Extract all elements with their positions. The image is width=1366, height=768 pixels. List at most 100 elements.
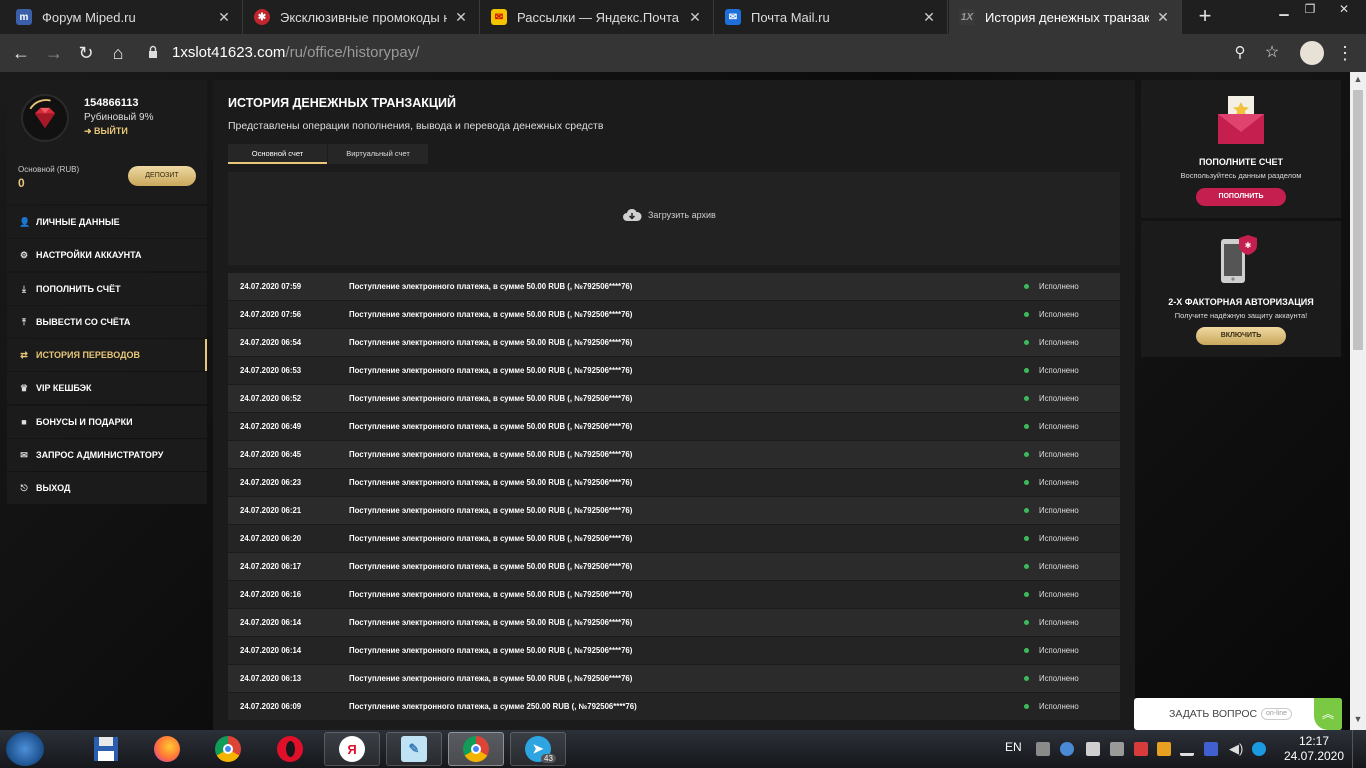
enable-two-factor-button[interactable]: ВКЛЮЧИТЬ [1196, 327, 1286, 345]
table-row: 24.07.2020 06:16 Поступление электронного… [228, 581, 1120, 608]
sidebar-item-personal-data[interactable]: 👤 ЛИЧНЫЕ ДАННЫЕ [7, 206, 207, 238]
transaction-date: 24.07.2020 07:59 [240, 282, 302, 291]
sidebar-item-vip-cashback[interactable]: ♛ VIP КЕШБЭК [7, 372, 207, 405]
table-row: 24.07.2020 06:54 Поступление электронного… [228, 329, 1120, 356]
menu-kebab-icon[interactable]: ⋮ [1334, 42, 1356, 64]
browser-tab-mailru[interactable]: ✉ Почта Mail.ru ✕ [715, 0, 948, 34]
tray-equalizer-icon[interactable] [1204, 742, 1218, 756]
bookmark-star-icon[interactable]: ☆ [1261, 42, 1283, 64]
tray-edge-icon[interactable] [1252, 742, 1266, 756]
restore-window-icon[interactable]: ❐ [1296, 0, 1324, 18]
sidebar-item-admin-request[interactable]: ✉ ЗАПРОС АДМИНИСТРАТОРУ [7, 439, 207, 472]
topup-title: ПОПОЛНИТЕ СЧЕТ [1198, 157, 1284, 167]
taskbar-notepad[interactable]: ✎ [386, 732, 442, 766]
sidebar-item-label: ЗАПРОС АДМИНИСТРАТОРУ [36, 450, 164, 461]
forward-arrow-icon[interactable]: → [43, 42, 65, 64]
windows-taskbar: Я ✎ ➤ 43 EN ◀) 12:17 24.07.2020 [0, 730, 1366, 768]
close-window-icon[interactable]: ✕ [1324, 0, 1364, 18]
sidebar-item-account-settings[interactable]: ⚙ НАСТРОЙКИ АККАУНТА [7, 239, 207, 272]
status-dot-icon [1024, 312, 1029, 317]
tray-network-globe-icon[interactable] [1060, 742, 1074, 756]
table-row: 24.07.2020 06:20 Поступление электронного… [228, 525, 1120, 552]
scroll-up-icon[interactable]: ▲ [1350, 74, 1366, 88]
ask-question-label: ЗАДАТЬ ВОПРОС [1169, 708, 1258, 720]
show-desktop-button[interactable] [1352, 730, 1366, 768]
tray-app-icon[interactable] [1157, 742, 1171, 756]
scrollbar-thumb[interactable] [1353, 90, 1363, 350]
tab-virtual-account[interactable]: Виртуальный счет [328, 144, 428, 164]
taskbar-telegram[interactable]: ➤ 43 [510, 732, 566, 766]
status-badge: Исполнено [1039, 562, 1079, 571]
yandex-mail-favicon-icon: ✉ [491, 9, 507, 25]
transaction-date: 24.07.2020 06:13 [240, 674, 302, 683]
transaction-description: Поступление электронного платежа, в сумм… [349, 338, 633, 347]
page-scrollbar[interactable]: ▲ ▼ [1350, 72, 1366, 730]
upload-icon: ⤒ [22, 316, 26, 327]
start-button[interactable] [6, 732, 44, 766]
tray-display-icon[interactable] [1110, 742, 1124, 756]
taskbar-opera[interactable] [262, 732, 318, 766]
taskbar-yandex-browser[interactable]: Я [324, 732, 380, 766]
taskbar-floppy-app[interactable] [78, 732, 134, 766]
browser-tab-miped[interactable]: m Форум Miped.ru ✕ [6, 0, 243, 34]
sidebar-item-bonuses[interactable]: ■ БОНУСЫ И ПОДАРКИ [7, 405, 207, 438]
close-tab-icon[interactable]: ✕ [687, 9, 703, 26]
deposit-button[interactable]: ДЕПОЗИТ [128, 166, 196, 186]
zoom-icon[interactable]: ⚲ [1229, 42, 1251, 64]
phone-shield-icon: ✱ [1221, 235, 1257, 283]
transaction-description: Поступление электронного платежа, в сумм… [349, 506, 633, 515]
taskbar-clock[interactable]: 12:17 24.07.2020 [1283, 734, 1345, 764]
taskbar-firefox[interactable] [139, 732, 195, 766]
tab-main-account[interactable]: Основной счет [228, 144, 327, 164]
tray-clipboard-icon[interactable] [1036, 742, 1050, 756]
envelope-icon: ✉ [20, 450, 28, 461]
transaction-description: Поступление электронного платежа, в сумм… [349, 534, 633, 543]
lock-icon[interactable] [148, 45, 158, 59]
ask-question-widget[interactable]: ЗАДАТЬ ВОПРОС on-line ︽ [1134, 698, 1342, 730]
taskbar-chrome-pinned[interactable] [200, 732, 256, 766]
close-tab-icon[interactable]: ✕ [453, 9, 469, 26]
home-icon[interactable]: ⌂ [107, 42, 129, 64]
topup-subtitle: Воспользуйтесь данным разделом [1180, 171, 1302, 180]
table-row: 24.07.2020 06:21 Поступление электронного… [228, 497, 1120, 524]
volume-icon[interactable]: ◀) [1229, 742, 1243, 756]
transactions-panel: ИСТОРИЯ ДЕНЕЖНЫХ ТРАНЗАКЦИЙ Представлены… [213, 80, 1135, 730]
reload-icon[interactable]: ↻ [75, 42, 97, 64]
scroll-down-icon[interactable]: ▼ [1350, 714, 1366, 728]
browser-tab-history[interactable]: 1X История денежных транзакций ✕ [949, 0, 1182, 34]
sidebar-item-deposit[interactable]: ⤓ ПОПОЛНИТЬ СЧЁТ [7, 272, 207, 305]
tray-antivirus-icon[interactable] [1134, 742, 1148, 756]
table-row: 24.07.2020 07:56 Поступление электронного… [228, 301, 1120, 328]
minimize-window-icon[interactable]: ▁ [1270, 0, 1298, 18]
transaction-date: 24.07.2020 06:09 [240, 702, 302, 711]
back-arrow-icon[interactable]: ← [10, 42, 32, 64]
status-dot-icon [1024, 536, 1029, 541]
page-title: ИСТОРИЯ ДЕНЕЖНЫХ ТРАНЗАКЦИЙ [228, 96, 457, 110]
profile-avatar[interactable] [1300, 41, 1324, 65]
status-dot-icon [1024, 704, 1029, 709]
close-tab-icon[interactable]: ✕ [1155, 9, 1171, 26]
sidebar-item-exit[interactable]: ⎋ ВЫХОД [7, 472, 207, 505]
taskbar-chrome-open[interactable] [448, 732, 504, 766]
chevron-up-icon[interactable]: ︽ [1314, 698, 1342, 730]
address-bar[interactable]: 1xslot41623.com/ru/office/historypay/ [172, 44, 419, 61]
sidebar-item-transfer-history[interactable]: ⇄ ИСТОРИЯ ПЕРЕВОДОВ [7, 339, 207, 372]
table-row: 24.07.2020 06:14 Поступление электронного… [228, 609, 1120, 636]
sidebar-item-withdraw[interactable]: ⤒ ВЫВЕСТИ СО СЧЁТА [7, 305, 207, 338]
logout-link[interactable]: ➜ ВЫЙТИ [84, 126, 128, 137]
status-badge: Исполнено [1039, 282, 1079, 291]
status-badge: Исполнено [1039, 394, 1079, 403]
sidebar-item-label: ВЫВЕСТИ СО СЧЁТА [36, 316, 131, 327]
browser-tab-yandex-mail[interactable]: ✉ Рассылки — Яндекс.Почта ✕ [481, 0, 714, 34]
signal-strength-icon[interactable] [1180, 742, 1194, 756]
close-tab-icon[interactable]: ✕ [921, 9, 937, 26]
close-tab-icon[interactable]: ✕ [216, 9, 232, 26]
transaction-date: 24.07.2020 06:49 [240, 422, 302, 431]
browser-tab-promocodes[interactable]: ✱ Эксклюзивные промокоды на ✕ [244, 0, 480, 34]
language-indicator[interactable]: EN [1005, 740, 1022, 754]
topup-button[interactable]: ПОПОЛНИТЬ [1196, 188, 1286, 206]
crown-icon: ♛ [19, 383, 29, 394]
download-archive-button[interactable]: Загрузить архив [622, 208, 716, 222]
new-tab-button[interactable]: + [1194, 5, 1216, 27]
tray-flag-icon[interactable] [1086, 742, 1100, 756]
